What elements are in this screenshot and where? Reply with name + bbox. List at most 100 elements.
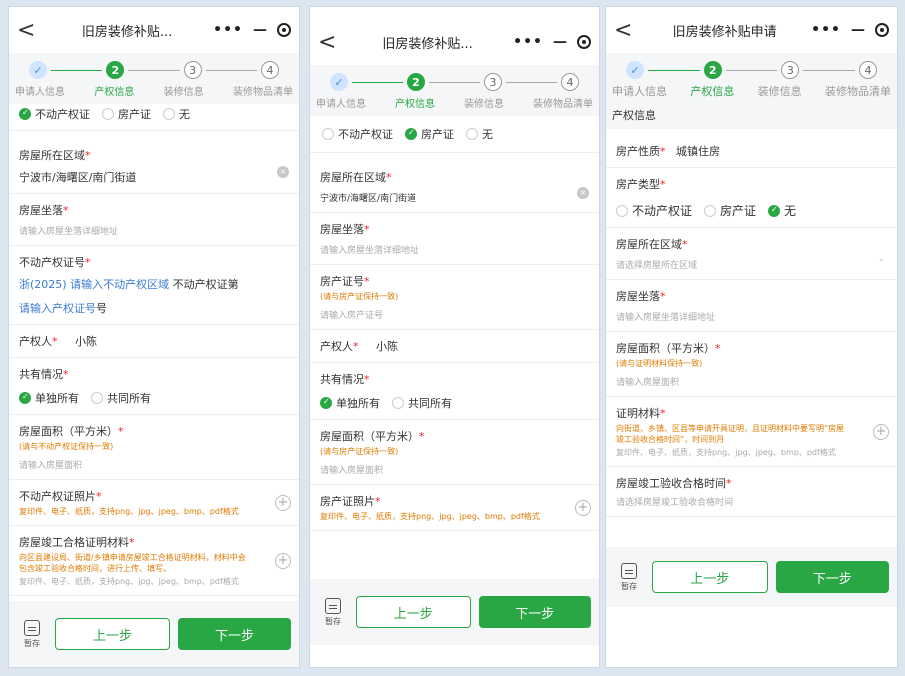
step-label: 装修物品清单 <box>232 87 293 98</box>
prev-button[interactable]: 上一步 <box>652 561 768 593</box>
radio-real-estate[interactable]: 不动产权证 <box>19 106 90 122</box>
back-icon[interactable]: < <box>318 30 342 55</box>
close-target-icon[interactable] <box>875 23 889 37</box>
cert-type-radios: 不动产权证 房产证 无 <box>310 116 599 153</box>
radio-label: 房产证 <box>421 128 454 141</box>
close-target-icon[interactable] <box>277 23 291 37</box>
step-label: 申请人信息 <box>612 85 667 98</box>
footer-bar: 暂存 上一步 下一步 <box>606 547 897 607</box>
field-label: 房屋所在区域 <box>616 238 682 251</box>
clear-icon[interactable]: × <box>277 166 289 178</box>
field-label: 房产证照片 <box>320 495 375 508</box>
cert-suffix: 号 <box>96 302 107 315</box>
radio-real-estate[interactable]: 不动产权证 <box>616 202 692 219</box>
field-label: 不动产权证照片 <box>19 490 96 503</box>
location-placeholder: 请输入房屋坐落详细地址 <box>19 227 119 237</box>
step-2-dot: 2 <box>703 61 722 79</box>
next-button[interactable]: 下一步 <box>478 596 591 628</box>
location-field[interactable]: 房屋坐落* 请输入房屋坐落详细地址 <box>310 213 599 265</box>
field-label: 房屋面积（平方米） <box>19 425 118 438</box>
house-area-field[interactable]: 房屋面积（平方米）* (请与房产证保持一致) 请输入房屋面积 <box>310 420 599 485</box>
section-title: 产权信息 <box>606 105 897 129</box>
area-field[interactable]: 房屋所在区域* 请选择房屋所在区域 ⌄ <box>606 228 897 280</box>
page-title: 旧房装修补贴... <box>382 36 473 52</box>
footer-bar: 暂存 上一步 下一步 <box>310 579 599 645</box>
radio-sole[interactable]: 单独所有 <box>19 390 79 406</box>
nature-field[interactable]: 房产性质* 城镇住房 <box>606 135 897 168</box>
save-label: 暂存 <box>24 638 40 648</box>
owner-field[interactable]: 产权人* 小陈 <box>9 325 299 358</box>
radio-house-cert[interactable]: 房产证 <box>102 106 151 122</box>
save-draft-button[interactable]: 暂存 <box>318 597 348 627</box>
field-hint: (请与不动产权证保持一致) <box>19 442 114 451</box>
radio-none[interactable]: 无 <box>466 126 493 142</box>
add-file-icon[interactable]: + <box>275 552 291 569</box>
field-label: 房屋面积（平方米） <box>320 430 419 443</box>
house-area-field[interactable]: 房屋面积（平方米）* (请与不动产权证保持一致) 请输入房屋面积 <box>9 415 299 480</box>
area-value: 宁波市/海曙区/南门街道 <box>320 194 417 204</box>
save-draft-button[interactable]: 暂存 <box>17 619 47 649</box>
back-icon[interactable]: < <box>614 18 638 43</box>
step-label: 产权信息 <box>94 87 135 98</box>
radio-real-estate[interactable]: 不动产权证 <box>322 126 393 142</box>
field-label: 房产证号 <box>320 275 364 288</box>
add-file-icon[interactable]: + <box>873 423 889 440</box>
screen-2: < 旧房装修补贴... ••• — ✓ 2 3 4 申请人信息 产权信息 装修信… <box>309 6 600 668</box>
step-4-dot: 4 <box>260 61 279 79</box>
add-photo-icon[interactable]: + <box>575 499 591 516</box>
add-photo-icon[interactable]: + <box>275 494 291 511</box>
location-placeholder: 请输入房屋坐落详细地址 <box>616 313 716 323</box>
field-hint: (请与房产证保持一致) <box>320 447 399 456</box>
more-icon[interactable]: ••• <box>513 34 543 50</box>
step-label: 装修物品清单 <box>824 85 891 98</box>
nav-bar: < 旧房装修补贴... ••• — <box>9 7 299 53</box>
radio-none[interactable]: 无 <box>768 202 796 219</box>
radio-none[interactable]: 无 <box>163 106 190 122</box>
location-field[interactable]: 房屋坐落* 请输入房屋坐落详细地址 <box>9 194 299 246</box>
step-3-dot: 3 <box>484 73 502 91</box>
radio-label: 不动产权证 <box>632 204 693 218</box>
save-draft-button[interactable]: 暂存 <box>614 562 644 592</box>
field-hint: 向区县建设局、街道/乡镇申请房屋竣工合格证明材料，材料中会包含竣工验收合格时间，… <box>19 553 246 573</box>
page-title: 旧房装修补贴申请 <box>672 24 777 40</box>
cert-number-field: 不动产权证号* 浙(2025) 请输入不动产权区域 不动产权证第 请输入产权证号… <box>9 246 299 325</box>
cert-number-field[interactable]: 房产证号* (请与房产证保持一致) 请输入房产证号 <box>310 265 599 330</box>
stepper: ✓ 2 3 4 申请人信息 产权信息 装修信息 装修物品清单 <box>310 65 599 116</box>
radio-joint[interactable]: 共同所有 <box>91 390 151 406</box>
radio-house-cert[interactable]: 房产证 <box>405 126 454 142</box>
format-note: 复印件、电子、纸质，支持png、jpg、jpeg、bmp、pdf格式 <box>19 577 239 586</box>
cert-region-input[interactable]: 请输入不动产权区域 <box>70 278 169 291</box>
radio-label: 无 <box>482 128 493 141</box>
more-icon[interactable]: ••• <box>811 22 841 38</box>
radio-label: 无 <box>179 108 190 121</box>
more-icon[interactable]: ••• <box>213 22 243 38</box>
area-placeholder: 请选择房屋所在区域 <box>616 261 698 271</box>
next-button[interactable]: 下一步 <box>178 618 291 650</box>
location-field[interactable]: 房屋坐落* 请输入房屋坐落详细地址 <box>606 280 897 332</box>
prev-button[interactable]: 上一步 <box>55 618 170 650</box>
radio-joint[interactable]: 共同所有 <box>392 395 452 411</box>
area-field[interactable]: 房屋所在区域* 宁波市/海曙区/南门街道 × <box>9 139 299 194</box>
minimize-icon[interactable]: — <box>851 22 865 38</box>
step-3-dot: 3 <box>781 61 800 79</box>
field-label: 共有情况 <box>320 373 364 386</box>
close-target-icon[interactable] <box>577 35 591 49</box>
prev-button[interactable]: 上一步 <box>356 596 471 628</box>
radio-house-cert[interactable]: 房产证 <box>704 202 756 219</box>
field-label: 房屋坐落 <box>320 223 364 236</box>
cert-number-input[interactable]: 请输入产权证号 <box>19 302 96 315</box>
completion-date-field[interactable]: 房屋竣工验收合格时间* 请选择房屋竣工验收合格时间 <box>606 467 897 517</box>
field-hint: (请与证明材料保持一致) <box>616 359 703 368</box>
clear-icon[interactable]: × <box>577 186 589 199</box>
house-area-field[interactable]: 房屋面积（平方米）* (请与证明材料保持一致) 请输入房屋面积 <box>606 332 897 397</box>
owner-field[interactable]: 产权人* 小陈 <box>310 330 599 363</box>
next-button[interactable]: 下一步 <box>775 561 889 593</box>
area-field[interactable]: 房屋所在区域* 宁波市/海曙区/南门街道 × <box>310 161 599 213</box>
step-2-dot: 2 <box>407 73 425 91</box>
radio-sole[interactable]: 单独所有 <box>320 395 380 411</box>
minimize-icon[interactable]: — <box>553 34 567 50</box>
minimize-icon[interactable]: — <box>253 22 267 38</box>
nav-bar: < 旧房装修补贴申请 ••• — <box>606 7 897 53</box>
field-label: 房屋竣工验收合格时间 <box>616 477 726 490</box>
back-icon[interactable]: < <box>17 18 41 43</box>
